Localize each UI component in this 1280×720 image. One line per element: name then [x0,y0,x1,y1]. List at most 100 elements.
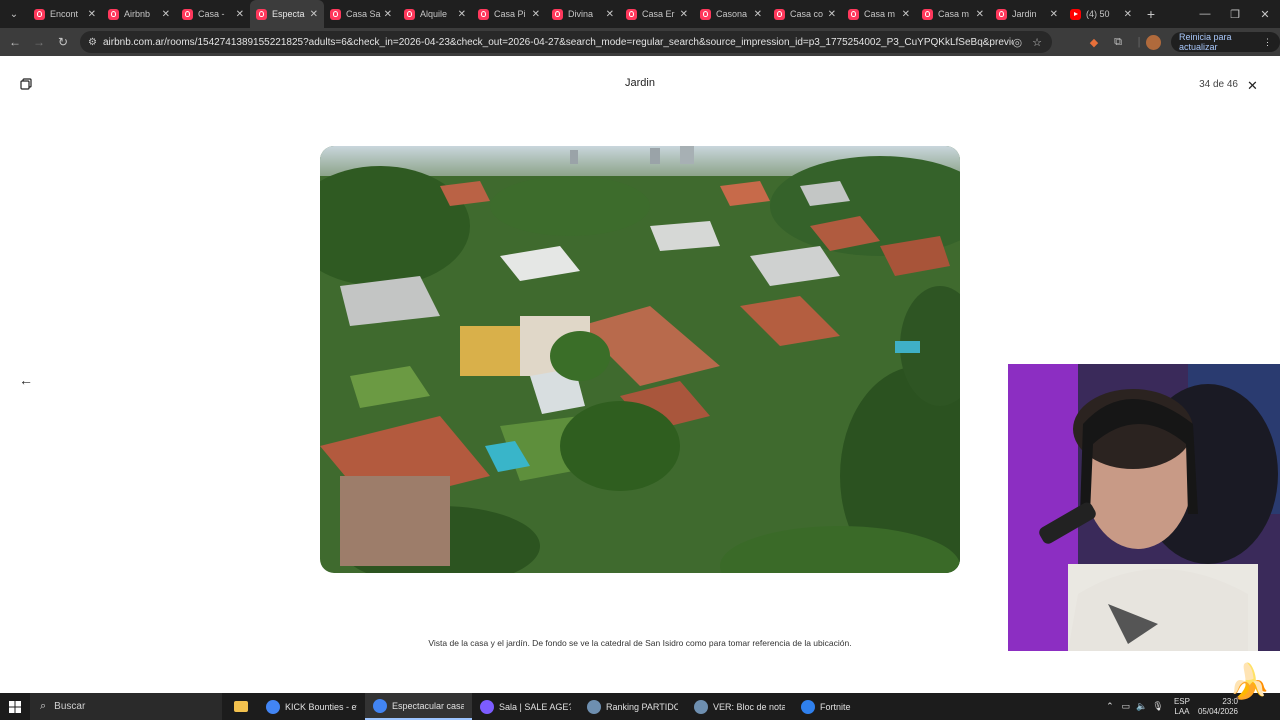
tab-close-icon[interactable]: ✕ [828,9,836,20]
update-button-label: Reinicia para actualizar [1179,32,1232,52]
speaker-icon[interactable]: 🔈 [1134,701,1150,712]
browser-tab[interactable]: Casa Er ✕ [620,0,694,28]
lang-top: ESP [1173,696,1190,706]
tab-label: Casa co [790,9,824,19]
app-icon [266,699,280,714]
copy-icon[interactable] [20,78,32,90]
gallery-photo [320,146,960,573]
tab-close-icon[interactable]: ✕ [162,9,170,20]
tab-close-icon[interactable]: ✕ [384,9,392,20]
star-icon[interactable]: ☆ [1032,36,1042,49]
taskbar-apps: KICK Bounties - eve... Espectacular casa … [258,693,900,720]
taskbar-app[interactable]: Espectacular casa c... [365,693,472,720]
youtube-icon [1070,8,1081,20]
tab-label: Casa m [938,9,970,19]
windows-logo-icon [9,700,21,713]
new-tab-icon[interactable]: + [1138,0,1164,28]
microphone-icon[interactable]: 🎙 [1150,701,1166,712]
airbnb-icon [552,8,563,20]
language-indicator[interactable]: ESP LAA [1174,697,1190,717]
tab-label: Divina [568,9,594,19]
browser-tab[interactable]: Divina ✕ [546,0,620,28]
browser-tab[interactable]: Encont ✕ [28,0,102,28]
browser-tab[interactable]: Airbnb ✕ [102,0,176,28]
taskbar-app-label: VER: Bloc de notas [713,701,785,712]
chevron-up-icon[interactable]: ⌃ [1102,701,1118,712]
browser-tab[interactable]: Jardin ✕ [990,0,1064,28]
browser-tab[interactable]: Especta ✕ [250,0,324,28]
app-icon [587,699,601,714]
tab-close-icon[interactable]: ✕ [902,9,910,20]
taskbar-app-label: Sala | SALE AGE? - ... [499,701,571,712]
search-icon: ⌕ [40,700,47,712]
tab-label: Casa - [198,9,225,19]
browser-tab[interactable]: Casa co ✕ [768,0,842,28]
taskbar-app[interactable]: Ranking PARTIDOS ... [579,693,686,720]
taskbar-app[interactable]: Fortnite [793,693,900,720]
profile-avatar[interactable] [1146,35,1161,50]
tab-label: (4) 50 [1086,9,1110,19]
tab-label: Encont [50,9,79,19]
close-window-icon[interactable]: ✕ [1250,0,1280,28]
tab-label: Casona [716,9,748,19]
forward-icon[interactable]: → [27,28,51,56]
taskbar-app[interactable]: KICK Bounties - eve... [258,693,365,720]
update-button[interactable]: Reinicia para actualizar ⋮ [1171,32,1280,52]
minimize-icon[interactable]: — [1190,0,1220,28]
back-icon[interactable]: ← [3,28,27,56]
browser-tab[interactable]: Casa - ✕ [176,0,250,28]
taskbar-app-label: KICK Bounties - eve... [285,701,357,712]
close-icon[interactable]: ✕ [1247,78,1258,94]
browser-tab[interactable]: Casa Sa ✕ [324,0,398,28]
browser-tab[interactable]: Casa Pi ✕ [472,0,546,28]
tab-close-icon[interactable]: ✕ [1050,9,1058,20]
window-controls: — ❐ ✕ [1190,0,1280,28]
browser-tab[interactable]: (4) 50 ✕ [1064,0,1138,28]
tab-close-icon[interactable]: ✕ [236,9,244,20]
tab-close-icon[interactable]: ✕ [754,9,762,20]
tab-close-icon[interactable]: ✕ [458,9,466,20]
clock-date: 05/04/2026 [1197,706,1238,716]
file-explorer-icon[interactable] [222,693,258,720]
tab-label: Alquile [420,9,448,19]
taskbar-app-label: Espectacular casa c... [392,700,464,711]
tab-list: Encont ✕ Airbnb ✕ Casa - ✕ Especta ✕ Casa Sa ✕ Alq… [28,0,1138,28]
airbnb-icon [108,8,119,20]
url-text[interactable]: airbnb.com.ar/rooms/1542741389155221825?… [103,37,1013,48]
tab-label: Casa Sa [346,9,381,19]
taskbar-app[interactable]: VER: Bloc de notas [686,693,793,720]
tab-close-icon[interactable]: ✕ [1124,9,1132,20]
restore-icon[interactable]: ❐ [1220,0,1250,28]
airbnb-icon [700,8,711,20]
tab-label: Casa Er [642,9,675,19]
browser-tab[interactable]: Casa m ✕ [916,0,990,28]
tab-close-icon[interactable]: ✕ [680,9,688,20]
extension-icon[interactable]: ◆ [1083,28,1105,56]
previous-photo-icon[interactable]: ← [19,372,33,388]
app-icon [694,699,708,714]
browser-tab[interactable]: Casona ✕ [694,0,768,28]
tab-search-icon[interactable]: ⌄ [0,0,28,28]
taskbar-app[interactable]: Sala | SALE AGE? - ... [472,693,579,720]
airbnb-icon [182,8,193,20]
reload-icon[interactable]: ↻ [51,28,75,56]
tab-label: Casa m [864,9,896,19]
menu-icon[interactable]: ⋮ [1263,37,1272,48]
tab-close-icon[interactable]: ✕ [606,9,614,20]
eye-off-icon[interactable]: ◎ [1013,36,1023,49]
tab-close-icon[interactable]: ✕ [88,9,96,20]
address-bar[interactable]: ⚙ airbnb.com.ar/rooms/154274138915522182… [80,31,1052,53]
page-title: Jardin [625,77,655,89]
tab-close-icon[interactable]: ✕ [310,9,318,20]
browser-tab[interactable]: Alquile ✕ [398,0,472,28]
taskbar-search[interactable]: ⌕ Buscar [30,693,222,720]
tab-close-icon[interactable]: ✕ [976,9,984,20]
browser-tab[interactable]: Casa m ✕ [842,0,916,28]
network-icon[interactable]: ▭ [1118,701,1134,712]
tab-close-icon[interactable]: ✕ [532,9,540,20]
site-info-icon[interactable]: ⚙ [88,37,97,48]
airbnb-icon [626,8,637,20]
windows-start-icon[interactable] [0,693,30,720]
airbnb-icon [996,8,1007,20]
extensions-puzzle-icon[interactable]: ⧉ [1107,28,1129,56]
